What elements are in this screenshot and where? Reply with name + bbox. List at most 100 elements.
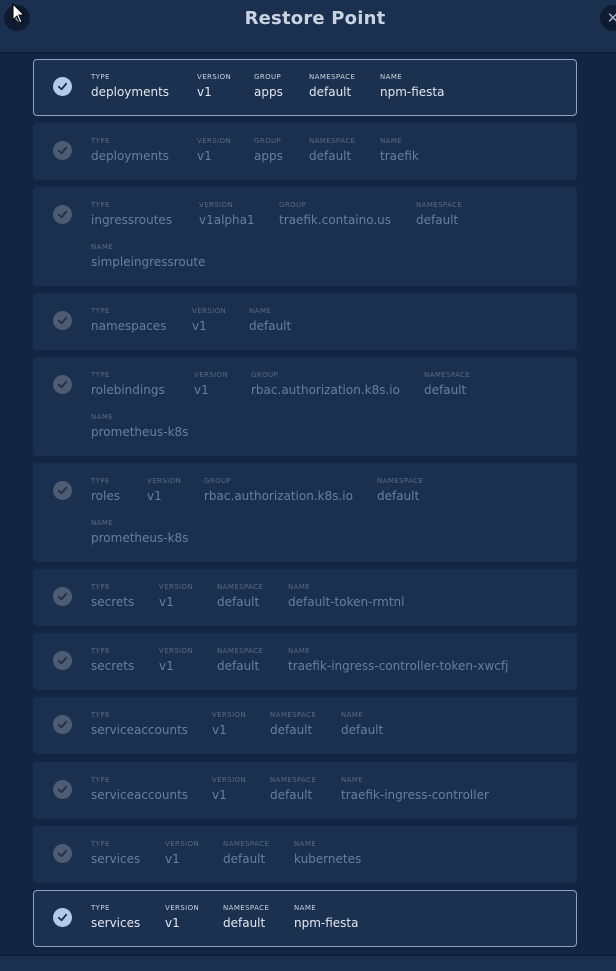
name-value: default-token-rmtnl [288, 595, 405, 609]
type-field: TYPE namespaces [91, 307, 167, 334]
resource-row[interactable]: TYPE namespaces VERSION v1 NAME default [33, 293, 577, 350]
group-label: GROUP [279, 201, 307, 209]
name-label: NAME [249, 307, 272, 315]
type-label: TYPE [91, 477, 110, 485]
version-field: VERSION v1 [197, 73, 231, 100]
name-value: traefik [380, 149, 419, 163]
resource-row[interactable]: TYPE serviceaccounts VERSION v1 NAMESPACE def… [33, 762, 577, 819]
namespace-label: NAMESPACE [223, 904, 270, 912]
version-field: VERSION v1 [159, 583, 193, 610]
namespace-label: NAMESPACE [416, 201, 463, 209]
namespace-label: NAMESPACE [217, 647, 264, 655]
version-label: VERSION [159, 647, 194, 655]
version-label: VERSION [212, 776, 247, 784]
namespace-value: default [424, 383, 467, 397]
type-field: TYPE secrets [91, 583, 134, 610]
type-field: TYPE secrets [91, 647, 134, 674]
resource-row[interactable]: TYPE serviceaccounts VERSION v1 NAMESPACE def… [33, 697, 577, 754]
checkmark-icon[interactable] [53, 205, 72, 224]
name-field: NAME simpleingressroute [91, 243, 205, 270]
namespace-value: default [416, 213, 459, 227]
type-value: rolebindings [91, 383, 165, 397]
checkmark-icon[interactable] [53, 587, 72, 606]
group-label: GROUP [254, 73, 282, 81]
namespace-label: NAMESPACE [217, 583, 264, 591]
resource-row[interactable]: TYPE secrets VERSION v1 NAMESPACE default NAME… [33, 569, 577, 626]
namespace-label: NAMESPACE [270, 776, 317, 784]
checkmark-icon[interactable] [53, 908, 72, 927]
resource-row[interactable]: TYPE rolebindings VERSION v1 GROUP rbac.autho… [33, 357, 577, 456]
version-value: v1 [192, 319, 207, 333]
type-value: serviceaccounts [91, 723, 189, 737]
type-field: TYPE deployments [91, 137, 169, 164]
resource-row[interactable]: TYPE secrets VERSION v1 NAMESPACE default NAME… [33, 633, 577, 690]
name-value: default [341, 723, 384, 737]
namespace-field: NAMESPACE default [270, 776, 316, 803]
namespace-value: default [377, 489, 420, 503]
version-field: VERSION v1 [212, 776, 246, 803]
type-label: TYPE [91, 583, 110, 591]
type-label: TYPE [91, 840, 110, 848]
name-value: kubernetes [294, 852, 362, 866]
namespace-value: default [309, 85, 352, 99]
resource-row[interactable]: TYPE deployments VERSION v1 GROUP apps NAMESPA… [33, 59, 577, 116]
resource-row[interactable]: TYPE services VERSION v1 NAMESPACE default NAM… [33, 826, 577, 883]
version-field: VERSION v1 [165, 840, 199, 867]
namespace-field: NAMESPACE default [217, 647, 263, 674]
type-label: TYPE [91, 137, 110, 145]
checkmark-icon[interactable] [53, 651, 72, 670]
namespace-value: default [217, 595, 260, 609]
checkmark-icon[interactable] [53, 481, 72, 500]
version-field: VERSION v1alpha1 [199, 201, 255, 228]
name-label: NAME [288, 647, 311, 655]
name-label: NAME [341, 711, 364, 719]
group-label: GROUP [251, 371, 279, 379]
checkmark-icon[interactable] [53, 77, 72, 96]
checkmark-icon[interactable] [53, 844, 72, 863]
namespace-value: default [270, 788, 313, 802]
name-label: NAME [91, 243, 114, 251]
group-field: GROUP apps [254, 137, 283, 164]
resource-row[interactable]: TYPE roles VERSION v1 GROUP rbac.authorizatio… [33, 463, 577, 562]
checkmark-icon[interactable] [53, 715, 72, 734]
name-field: NAME traefik-ingress-controller [341, 776, 489, 803]
name-field: NAME default [249, 307, 291, 334]
type-field: TYPE ingressroutes [91, 201, 172, 228]
version-label: VERSION [197, 137, 232, 145]
mouse-cursor-icon [12, 3, 26, 24]
checkmark-icon[interactable] [53, 375, 72, 394]
type-value: deployments [91, 149, 170, 163]
version-field: VERSION v1 [212, 711, 246, 738]
group-label: GROUP [204, 477, 232, 485]
namespace-value: default [223, 916, 266, 930]
group-value: apps [254, 85, 283, 99]
version-value: v1 [165, 852, 180, 866]
version-field: VERSION v1 [192, 307, 226, 334]
type-label: TYPE [91, 647, 110, 655]
checkmark-icon[interactable] [53, 141, 72, 160]
name-value: default [249, 319, 292, 333]
type-value: secrets [91, 659, 135, 673]
resource-row[interactable]: TYPE services VERSION v1 NAMESPACE default NAM… [33, 890, 577, 947]
name-field: NAME prometheus-k8s [91, 519, 188, 546]
name-value: npm-fiesta [294, 916, 359, 930]
checkmark-icon[interactable] [53, 780, 72, 799]
namespace-field: NAMESPACE default [377, 477, 423, 504]
dialog-title: Restore Point [244, 8, 386, 29]
version-value: v1 [212, 788, 227, 802]
type-field: TYPE serviceaccounts [91, 711, 188, 738]
type-field: TYPE roles [91, 477, 120, 504]
version-label: VERSION [165, 904, 200, 912]
name-field: NAME npm-fiesta [380, 73, 445, 100]
name-value: prometheus-k8s [91, 531, 189, 545]
resource-row[interactable]: TYPE deployments VERSION v1 GROUP apps NAMESPA… [33, 123, 577, 180]
checkmark-icon[interactable] [53, 311, 72, 330]
type-label: TYPE [91, 201, 110, 209]
resource-row[interactable]: TYPE ingressroutes VERSION v1alpha1 GROUP tra… [33, 187, 577, 286]
name-field: NAME traefik [380, 137, 419, 164]
name-label: NAME [380, 73, 403, 81]
version-label: VERSION [159, 583, 194, 591]
name-value: npm-fiesta [380, 85, 445, 99]
namespace-value: default [309, 149, 352, 163]
namespace-value: default [223, 852, 266, 866]
